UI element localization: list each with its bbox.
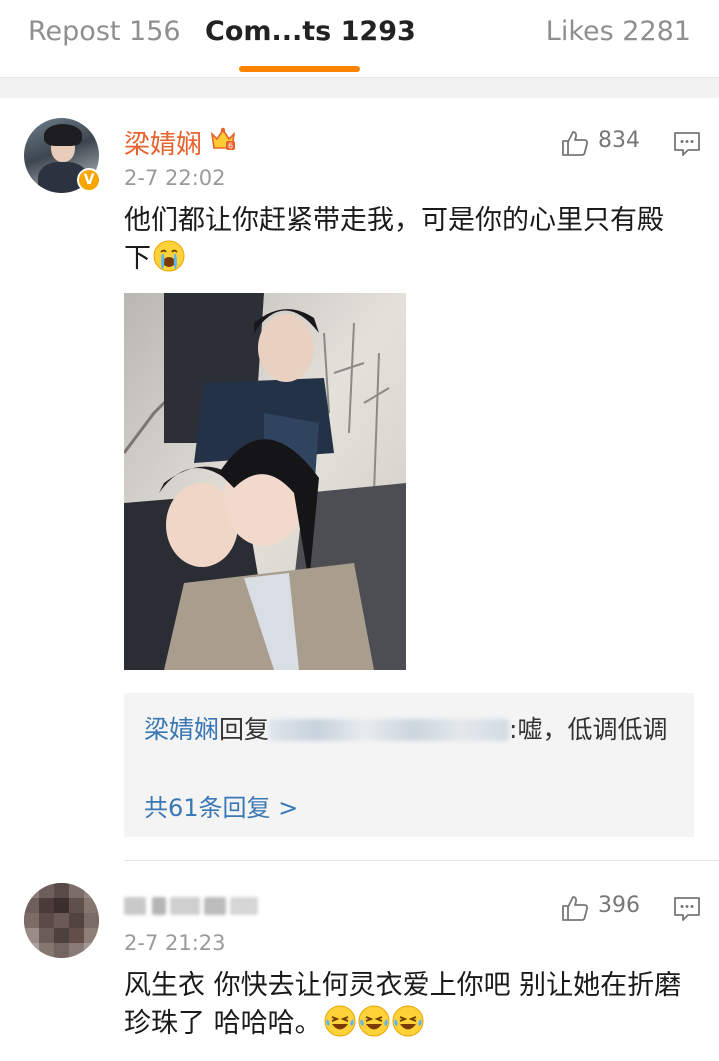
laughing-tears-icon <box>358 1005 390 1037</box>
crying-face-icon <box>153 240 185 272</box>
comment-bubble-icon[interactable] <box>673 131 701 157</box>
active-tab-indicator <box>239 66 360 72</box>
comment-photo[interactable] <box>124 293 406 670</box>
comment-username[interactable]: 梁婧娴 <box>124 124 202 161</box>
comment-text: 风生衣 你快去让何灵衣爱上你吧 别让她在折磨珍珠了 哈哈哈。 <box>124 970 682 1039</box>
like-count: 834 <box>598 128 640 153</box>
laughing-tears-icon <box>324 1005 356 1037</box>
view-replies-link[interactable]: 共61条回复 > <box>144 788 298 823</box>
comment-tabs: Repost 156 Com...ts 1293 Likes 2281 <box>0 0 719 78</box>
tab-likes[interactable]: Likes 2281 <box>546 16 691 47</box>
reply-author[interactable]: 梁婧娴 <box>144 715 219 744</box>
verified-badge-icon: V <box>77 168 101 192</box>
avatar[interactable] <box>24 883 99 958</box>
laughing-tears-icon <box>392 1005 424 1037</box>
reply-preview[interactable]: 梁婧娴回复:嘘，低调低调 共61条回复 > <box>124 693 694 837</box>
svg-text:6: 6 <box>228 142 233 151</box>
comment-bubble-icon[interactable] <box>673 896 701 922</box>
crown-vip-icon: 6 <box>210 127 236 151</box>
reply-text: 梁婧娴回复:嘘，低调低调 <box>144 715 668 744</box>
comment-timestamp: 2-7 21:23 <box>124 931 226 955</box>
blurred-username[interactable] <box>124 893 258 919</box>
blurred-username <box>269 719 510 741</box>
section-gap <box>0 78 719 98</box>
comment-divider <box>124 860 719 861</box>
tab-comments[interactable]: Com...ts 1293 <box>205 16 416 47</box>
comment-text: 他们都让你赶紧带走我，可是你的心里只有殿下 <box>124 205 664 274</box>
thumbs-up-icon <box>562 131 589 156</box>
thumbs-up-icon <box>562 896 589 921</box>
like-count: 396 <box>598 893 640 918</box>
tab-repost[interactable]: Repost 156 <box>28 16 181 47</box>
comment-timestamp: 2-7 22:02 <box>124 166 226 190</box>
